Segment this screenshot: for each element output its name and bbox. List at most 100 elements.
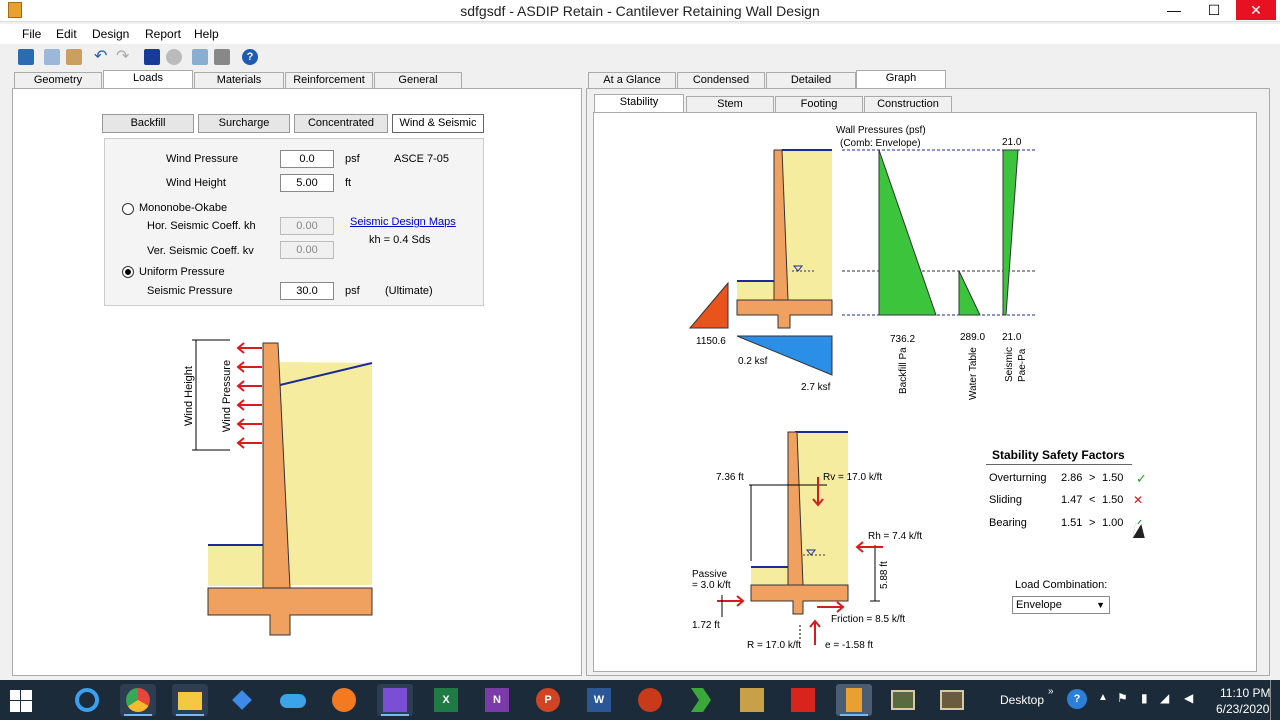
undo-icon[interactable]: ↶ (94, 49, 110, 65)
seismic-maps-link[interactable]: Seismic Design Maps (350, 216, 456, 228)
design-icon[interactable] (144, 49, 160, 65)
wind-height-input[interactable]: 5.00 (280, 174, 334, 192)
acrobat-icon[interactable] (791, 688, 815, 712)
windows-start-icon[interactable] (10, 690, 32, 712)
bearing-op: > (1089, 517, 1096, 529)
wind-pressure-text: Wind Pressure (221, 360, 233, 432)
tab-condensed[interactable]: Condensed (677, 72, 765, 89)
seismic-pressure (1002, 149, 1019, 316)
mononobe-radio[interactable] (122, 203, 134, 215)
kh-label: Hor. Seismic Coeff. kh (147, 220, 256, 232)
water-value: 289.0 (960, 332, 985, 343)
menu-report[interactable]: Report (145, 27, 181, 41)
sliding-limit: 1.50 (1102, 494, 1124, 506)
seismic-label-2: Pae-Pa (1017, 348, 1028, 382)
menu-design[interactable]: Design (92, 27, 129, 41)
menu-help[interactable]: Help (194, 27, 219, 41)
word-icon[interactable]: W (587, 688, 611, 712)
kv-input[interactable]: 0.00 (280, 241, 334, 259)
backfill-button[interactable]: Backfill (102, 114, 194, 133)
media-icon[interactable] (891, 690, 915, 710)
battery-icon[interactable]: ▮ (1141, 691, 1148, 705)
firefox-icon[interactable] (332, 688, 356, 712)
wifi-icon[interactable]: ◢ (1160, 691, 1169, 705)
menu-file[interactable]: File (22, 27, 41, 41)
media2-icon[interactable] (940, 690, 964, 710)
double-chevron-icon[interactable]: » (1048, 686, 1054, 697)
load-combo-select[interactable]: Envelope ▼ (1012, 596, 1110, 614)
print-icon[interactable] (214, 49, 230, 65)
desktop-toolbar-label[interactable]: Desktop (1000, 693, 1044, 707)
uniform-radio[interactable] (122, 266, 134, 278)
file-explorer-icon[interactable] (178, 692, 202, 710)
volume-icon[interactable]: ◀ (1184, 691, 1193, 705)
tab-geometry[interactable]: Geometry (14, 72, 102, 89)
mononobe-label: Mononobe-Okabe (139, 202, 228, 214)
code-label: ASCE 7-05 (394, 153, 450, 165)
tab-graph[interactable]: Graph (856, 70, 946, 89)
visual-studio-icon[interactable] (383, 688, 407, 712)
wall-pressure-diagram: Wall Pressures (psf) (Comb: Envelope) 21… (688, 125, 1037, 400)
seismic-value: 21.0 (1002, 332, 1022, 343)
load-combo-label: Load Combination: (1015, 579, 1108, 591)
copy-icon[interactable] (44, 49, 60, 65)
tab-at-a-glance[interactable]: At a Glance (588, 72, 676, 89)
tab-stem[interactable]: Stem (686, 96, 774, 113)
tab-construction[interactable]: Construction (864, 96, 952, 113)
clock-date[interactable]: 6/23/2020 (1216, 702, 1269, 716)
backfill-soil (280, 362, 372, 585)
onenote-icon[interactable]: N (485, 688, 509, 712)
wind-seismic-button[interactable]: Wind & Seismic (392, 114, 484, 133)
stability-diagram: 7.36 ft Rv = 17.0 k/ft Rh = 7.4 k/ft 5.8… (692, 431, 922, 651)
tab-materials[interactable]: Materials (194, 72, 284, 89)
seismic-pressure-input[interactable]: 30.0 (280, 282, 334, 300)
redo-icon[interactable]: ↷ (116, 49, 132, 65)
clock-time[interactable]: 11:10 PM (1220, 686, 1270, 700)
preview-icon[interactable] (192, 49, 208, 65)
uniform-label: Uniform Pressure (139, 266, 225, 278)
app-green-icon[interactable] (691, 688, 711, 712)
chrome-icon[interactable] (126, 688, 150, 712)
tab-reinforcement[interactable]: Reinforcement (285, 72, 373, 89)
powerpoint-icon[interactable]: P (536, 688, 560, 712)
settings-icon[interactable] (166, 49, 182, 65)
ie-icon[interactable] (75, 688, 99, 712)
close-button[interactable]: ✕ (1236, 0, 1276, 20)
minimize-button[interactable]: — (1154, 0, 1194, 20)
r-label: R = 17.0 k/ft (747, 640, 801, 651)
safety-divider (986, 464, 1132, 465)
app-tools-icon[interactable] (740, 688, 764, 712)
asdip-icon[interactable] (846, 688, 862, 712)
pm-icon[interactable] (18, 49, 34, 65)
tab-detailed[interactable]: Detailed (766, 72, 856, 89)
dropbox-icon[interactable] (232, 690, 252, 710)
kh-input[interactable]: 0.00 (280, 217, 334, 235)
maximize-button[interactable]: ☐ (1194, 0, 1234, 20)
onedrive-icon[interactable] (280, 694, 306, 708)
paste-icon[interactable] (66, 49, 82, 65)
surcharge-button[interactable]: Surcharge (198, 114, 290, 133)
excel-icon[interactable]: X (434, 688, 458, 712)
wall-wind-diagram: Wind Height Wind Pressure (183, 339, 373, 636)
menu-edit[interactable]: Edit (56, 27, 77, 41)
tab-footing[interactable]: Footing (775, 96, 863, 113)
app-icon-red[interactable] (638, 688, 662, 712)
bearing-right: 2.7 ksf (801, 382, 831, 393)
sliding-op: < (1089, 494, 1096, 506)
pressures-subtitle: (Comb: Envelope) (840, 138, 921, 149)
flag-icon[interactable]: ⚑ (1117, 691, 1128, 705)
bearing-left: 0.2 ksf (738, 356, 768, 367)
help-icon[interactable]: ? (242, 49, 258, 65)
help-tray-icon[interactable]: ? (1067, 689, 1087, 709)
show-hidden-icons[interactable]: ▲ (1098, 692, 1108, 703)
wind-pressure-unit: psf (345, 153, 360, 165)
tab-stability[interactable]: Stability (594, 94, 684, 113)
overturning-op: > (1089, 472, 1096, 484)
show-desktop-strip[interactable] (1270, 680, 1271, 720)
tab-loads[interactable]: Loads (103, 70, 193, 89)
concentrated-button[interactable]: Concentrated (294, 114, 388, 133)
wind-height-label: Wind Height (166, 177, 226, 189)
overturning-label: Overturning (989, 472, 1047, 484)
tab-general[interactable]: General (374, 72, 462, 89)
wind-pressure-input[interactable]: 0.0 (280, 150, 334, 168)
